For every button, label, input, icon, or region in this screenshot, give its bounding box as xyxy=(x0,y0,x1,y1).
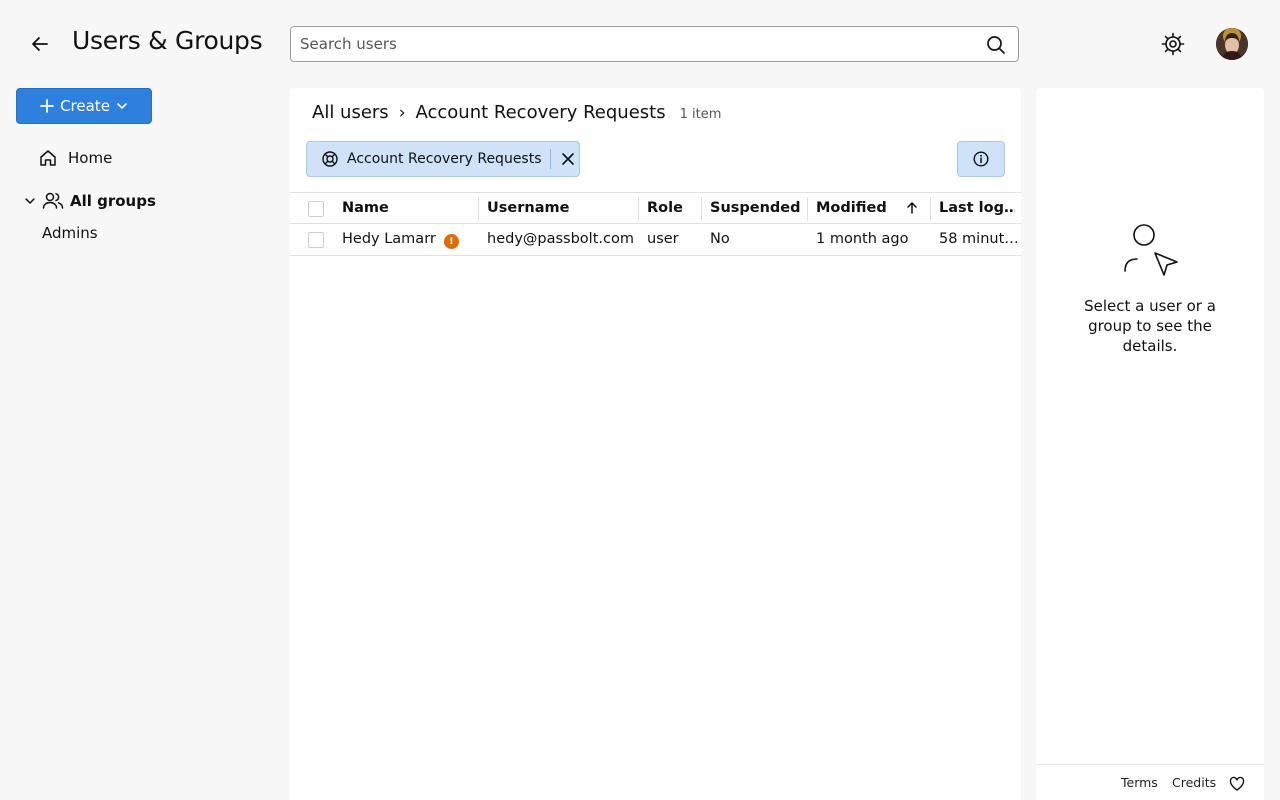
breadcrumb: All users › Account Recovery Requests 1 … xyxy=(312,102,721,123)
settings-button[interactable] xyxy=(1160,31,1186,57)
cell-username: hedy@passbolt.com xyxy=(487,231,634,247)
filter-chip: Account Recovery Requests xyxy=(306,141,580,177)
sidebar-item-all-groups[interactable]: All groups xyxy=(24,189,156,213)
column-header-modified[interactable]: Modified xyxy=(816,193,901,224)
gear-icon xyxy=(1161,32,1185,56)
column-divider[interactable] xyxy=(701,197,702,221)
column-header-suspended[interactable]: Suspended xyxy=(710,193,800,224)
close-icon[interactable] xyxy=(560,151,576,167)
arrow-left-icon xyxy=(32,37,48,51)
chip-divider xyxy=(549,149,551,169)
cell-role: user xyxy=(647,231,679,247)
search-icon[interactable] xyxy=(986,35,1006,55)
cell-suspended: No xyxy=(710,231,730,247)
sidebar-item-admins[interactable]: Admins xyxy=(42,224,98,242)
table-header: Name Username Role Suspended Modified La… xyxy=(290,192,1021,224)
credits-link[interactable]: Credits xyxy=(1172,775,1216,790)
info-icon xyxy=(973,151,989,167)
column-header-last-logged-in[interactable]: Last log… xyxy=(939,193,1015,224)
user-name: Hedy Lamarr xyxy=(342,231,436,247)
search-bar xyxy=(290,26,1019,62)
sidebar-item-label: Home xyxy=(68,149,113,167)
chevron-down-icon xyxy=(117,103,127,109)
filter-chip-label: Account Recovery Requests xyxy=(347,151,542,167)
search-input[interactable] xyxy=(300,27,970,61)
breadcrumb-all-users[interactable]: All users xyxy=(312,102,389,123)
cell-name: Hedy Lamarr! xyxy=(342,224,478,255)
row-checkbox[interactable] xyxy=(308,232,324,248)
sidebar-item-label: All groups xyxy=(70,192,156,210)
column-header-name[interactable]: Name xyxy=(342,193,472,224)
avatar-image xyxy=(1216,28,1248,60)
user-avatar[interactable] xyxy=(1216,28,1248,60)
plus-icon xyxy=(40,99,54,113)
sort-ascending-icon[interactable] xyxy=(905,201,919,215)
warning-badge: ! xyxy=(443,234,459,249)
user-pointer-icon xyxy=(1124,224,1178,276)
column-divider[interactable] xyxy=(478,197,479,221)
column-divider[interactable] xyxy=(807,197,808,221)
column-header-role[interactable]: Role xyxy=(647,193,697,224)
empty-state-message: Select a user or a group to see the deta… xyxy=(1084,297,1216,355)
info-button[interactable] xyxy=(957,141,1005,177)
details-panel: Select a user or a group to see the deta… xyxy=(1036,88,1264,800)
users-icon xyxy=(42,192,64,209)
cell-modified: 1 month ago xyxy=(816,231,909,247)
cell-last-logged-in: 58 minut… xyxy=(939,231,1019,247)
users-table: Name Username Role Suspended Modified La… xyxy=(290,192,1021,256)
chevron-down-icon[interactable] xyxy=(24,195,36,207)
item-count: 1 item xyxy=(679,107,722,122)
home-icon xyxy=(40,150,56,166)
terms-link[interactable]: Terms xyxy=(1121,775,1158,790)
page-title: Users & Groups xyxy=(72,26,263,55)
create-button[interactable]: Create xyxy=(16,88,152,124)
select-all-checkbox[interactable] xyxy=(308,201,324,217)
create-button-label: Create xyxy=(60,97,110,115)
heart-icon[interactable] xyxy=(1229,776,1245,792)
column-divider[interactable] xyxy=(930,197,931,221)
footer: Terms Credits xyxy=(1036,764,1264,800)
column-header-username[interactable]: Username xyxy=(487,193,627,224)
back-button[interactable] xyxy=(28,32,52,56)
column-divider[interactable] xyxy=(638,197,639,221)
breadcrumb-current[interactable]: Account Recovery Requests xyxy=(416,102,666,123)
table-row[interactable]: Hedy Lamarr! hedy@passbolt.com user No 1… xyxy=(290,224,1021,256)
sidebar-item-home[interactable]: Home xyxy=(38,146,112,170)
breadcrumb-separator: › xyxy=(398,103,406,123)
users-workspace: All users › Account Recovery Requests 1 … xyxy=(290,88,1021,800)
lifebuoy-icon xyxy=(322,151,338,167)
